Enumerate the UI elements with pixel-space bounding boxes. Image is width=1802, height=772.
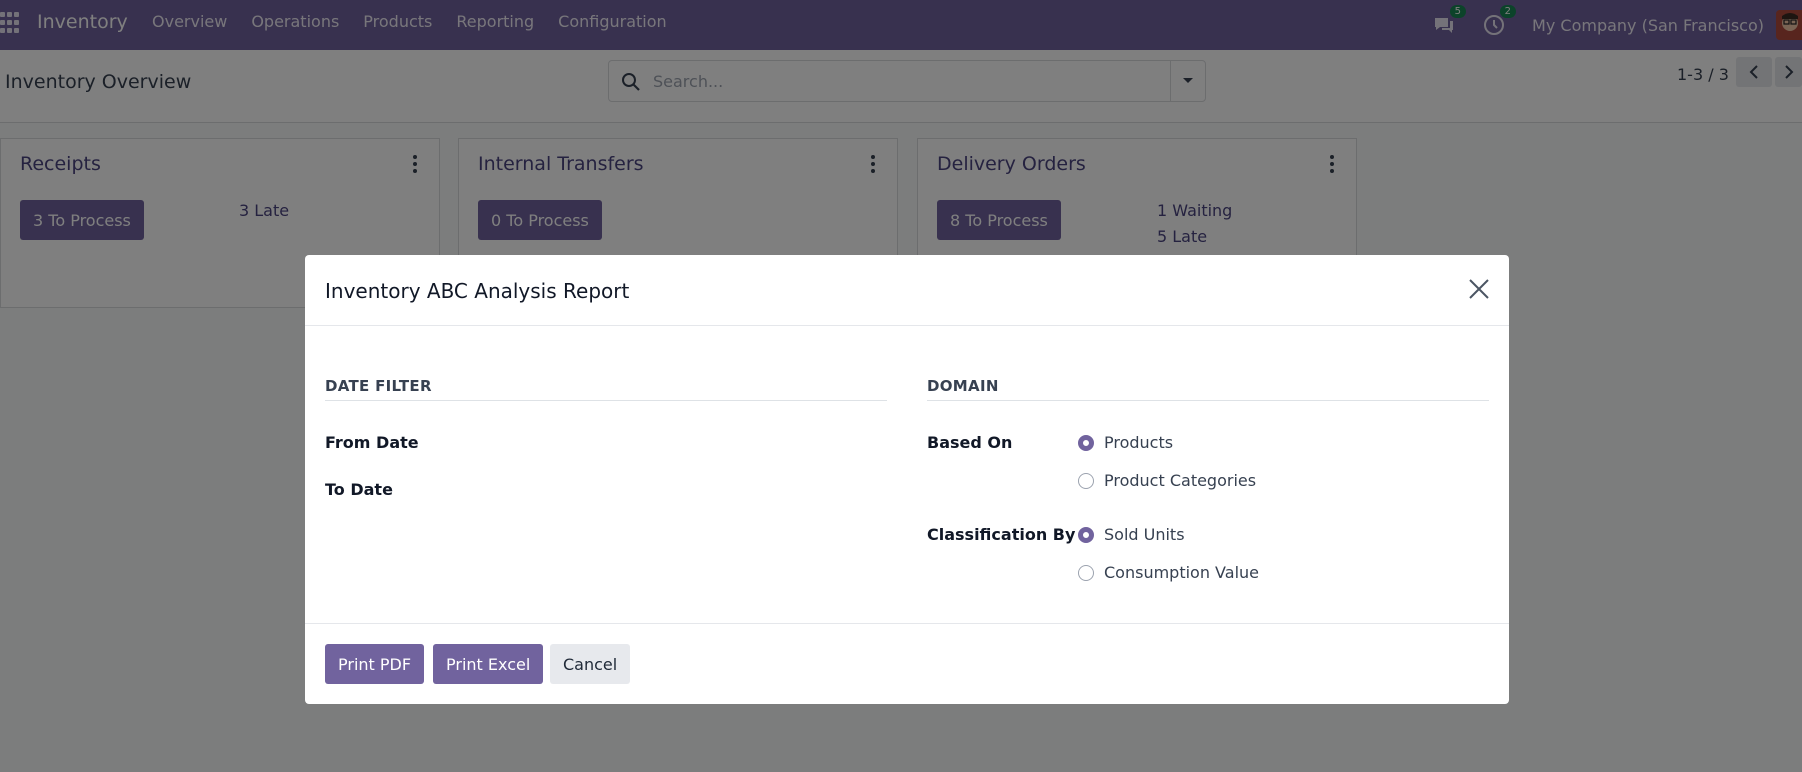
modal-title: Inventory ABC Analysis Report xyxy=(325,279,630,303)
cancel-button[interactable]: Cancel xyxy=(550,644,631,684)
modal-header: Inventory ABC Analysis Report xyxy=(305,255,1509,326)
date-filter-divider xyxy=(325,400,887,401)
radio-checked-icon xyxy=(1078,526,1094,543)
radio-label: Consumption Value xyxy=(1104,563,1259,582)
radio-consumption-value[interactable]: Consumption Value xyxy=(1078,563,1259,582)
domain-divider xyxy=(927,400,1489,401)
radio-label: Sold Units xyxy=(1104,525,1185,544)
print-pdf-button[interactable]: Print PDF xyxy=(325,644,425,684)
radio-product-categories[interactable]: Product Categories xyxy=(1078,471,1256,490)
print-excel-button[interactable]: Print Excel xyxy=(433,644,544,684)
based-on-label: Based On xyxy=(927,433,1013,452)
modal-footer: Print PDF Print Excel Cancel xyxy=(305,623,1509,704)
date-filter-section-title: DATE FILTER xyxy=(325,377,432,395)
radio-label: Products xyxy=(1104,433,1174,452)
to-date-label: To Date xyxy=(325,480,393,499)
abc-analysis-dialog: Inventory ABC Analysis Report DATE FILTE… xyxy=(305,255,1509,704)
radio-products[interactable]: Products xyxy=(1078,433,1173,452)
classification-by-label: Classification By xyxy=(927,525,1076,544)
radio-unchecked-icon xyxy=(1078,564,1094,581)
domain-section-title: DOMAIN xyxy=(927,377,999,395)
from-date-label: From Date xyxy=(325,433,419,452)
radio-unchecked-icon xyxy=(1078,472,1094,489)
radio-sold-units[interactable]: Sold Units xyxy=(1078,525,1185,544)
close-icon[interactable] xyxy=(1467,277,1491,301)
radio-checked-icon xyxy=(1078,434,1094,451)
radio-label: Product Categories xyxy=(1104,471,1257,490)
